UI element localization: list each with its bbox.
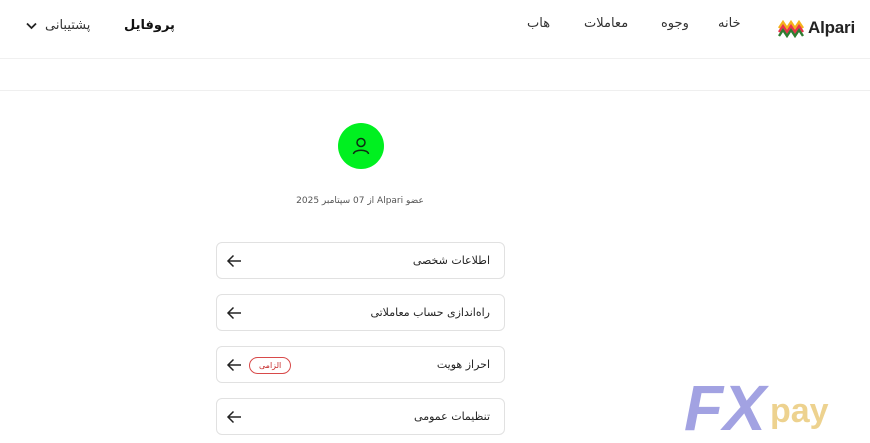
divider [0,90,870,91]
nav-funds[interactable]: وجوه [661,16,689,31]
menu-item-verification[interactable]: الزامی احراز هویت [216,346,505,383]
watermark-fx: FX [684,374,769,434]
support-label: پشتیبانی [45,18,91,33]
arrow-left-icon [226,306,241,320]
menu-item-label: تنظیمات عمومی [414,410,490,423]
profile-link[interactable]: پروفایل [124,18,175,33]
avatar[interactable] [338,123,384,169]
support-dropdown[interactable]: پشتیبانی [26,18,90,33]
menu-item-label: راه‌اندازی حساب معاملاتی [370,306,490,319]
top-header: Alpari خانه وجوه معاملات هاب پروفایل پشت… [0,0,870,59]
arrow-left-icon [226,254,241,268]
nav-hub[interactable]: هاب [527,16,550,31]
nav-home[interactable]: خانه [718,16,741,31]
required-badge: الزامی [249,357,292,374]
alpari-logo-icon [778,19,804,38]
nav-trading[interactable]: معاملات [584,16,628,31]
arrow-left-icon [226,358,241,372]
menu-item-general-settings[interactable]: تنظیمات عمومی [216,398,505,435]
member-since-text: عضو Alpari از 07 سپتامبر 2025 [296,196,424,206]
logo-text: Alpari [808,18,855,37]
chevron-down-icon [26,22,37,29]
menu-item-personal-info[interactable]: اطلاعات شخصی [216,242,505,279]
fxpay-watermark: FX pay [684,374,829,434]
arrow-left-icon [226,410,241,424]
menu-item-label: اطلاعات شخصی [412,254,490,267]
alpari-logo[interactable]: Alpari [778,16,855,40]
watermark-pay: pay [770,392,829,430]
user-icon [352,137,370,155]
menu-item-label: احراز هویت [436,358,490,371]
menu-item-trading-account-setup[interactable]: راه‌اندازی حساب معاملاتی [216,294,505,331]
